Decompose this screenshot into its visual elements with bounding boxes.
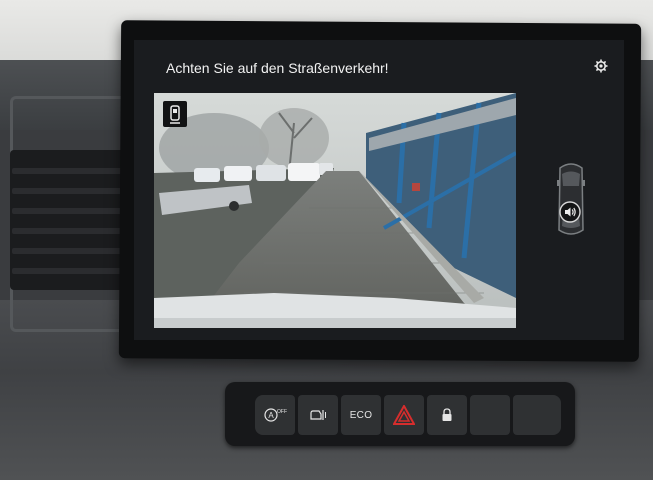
- car-dashboard-photo: Achten Sie auf den Straßenverkehr! A OFF…: [0, 0, 653, 480]
- vent-slat: [12, 268, 126, 274]
- auto-start-stop-button[interactable]: A OFF: [255, 395, 295, 435]
- auto-start-stop-off-icon: A OFF: [264, 408, 287, 422]
- eco-button[interactable]: ECO: [341, 395, 381, 435]
- vent-slat: [12, 228, 126, 234]
- central-lock-button[interactable]: [427, 395, 467, 435]
- vent-slat: [12, 168, 126, 174]
- speaker-icon[interactable]: [559, 201, 581, 223]
- rear-camera-view: [154, 93, 516, 328]
- hazard-warning-icon: [393, 405, 415, 425]
- vent-slat: [12, 208, 126, 214]
- parking-assist-icon: [310, 410, 326, 420]
- svg-text:A: A: [268, 411, 274, 420]
- svg-text:OFF: OFF: [277, 409, 287, 415]
- car-top-view-icon: [557, 163, 585, 235]
- vent-slat: [12, 188, 126, 194]
- blank-button-2[interactable]: [513, 395, 561, 435]
- warning-title: Achten Sie auf den Straßenverkehr!: [166, 60, 389, 76]
- lock-icon: [442, 408, 452, 421]
- hazard-button[interactable]: [384, 395, 424, 435]
- blank-button-1[interactable]: [470, 395, 510, 435]
- camera-image: [154, 93, 516, 328]
- gear-icon[interactable]: [594, 59, 608, 73]
- eco-label: ECO: [349, 409, 373, 421]
- parking-assist-button[interactable]: [298, 395, 338, 435]
- parking-camera-icon[interactable]: [163, 101, 187, 127]
- vent-slat: [12, 248, 126, 254]
